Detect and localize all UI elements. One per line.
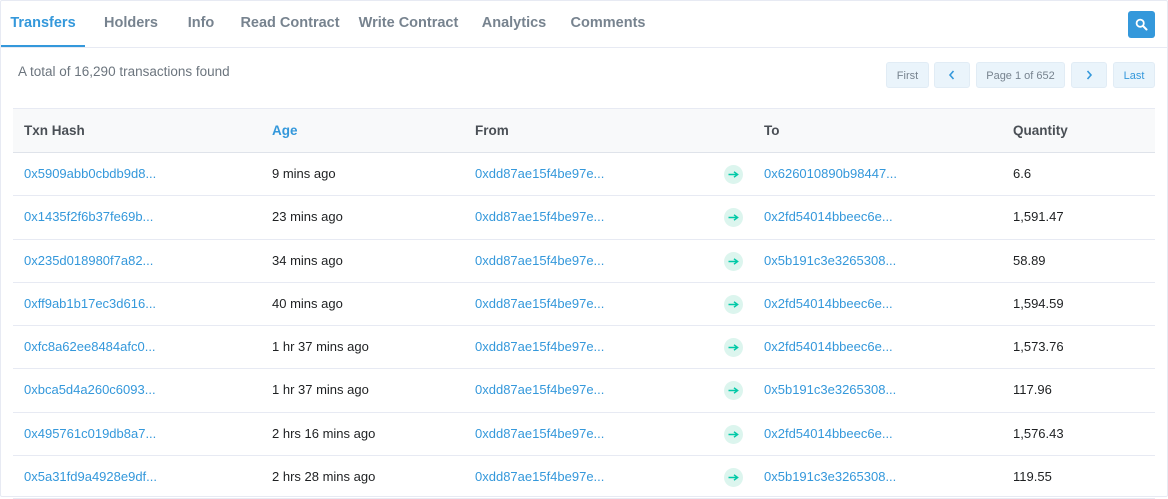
arrow-right-icon <box>724 381 743 401</box>
from-address-link[interactable]: 0xdd87ae15f4be97e... <box>475 240 604 282</box>
txn-age: 2 hrs 28 mins ago <box>272 469 376 485</box>
tab-holders[interactable]: Holders <box>97 1 165 47</box>
txn-age: 23 mins ago <box>272 209 343 225</box>
txn-age: 1 hr 37 mins ago <box>272 382 369 398</box>
transfers-table: Txn Hash Age From To Quantity 0x5909abb0… <box>13 108 1155 499</box>
quantity-value: 119.55 <box>1013 469 1052 485</box>
table-row: 0xfc8a62ee8484afc0... 1 hr 37 mins ago 0… <box>13 326 1155 370</box>
table-row: 0x495761c019db8a7... 2 hrs 16 mins ago 0… <box>13 413 1155 457</box>
txn-hash-link[interactable]: 0x495761c019db8a7... <box>24 413 156 455</box>
to-address-link[interactable]: 0x5b191c3e3265308... <box>764 369 896 411</box>
search-button[interactable] <box>1128 11 1155 38</box>
txn-age: 34 mins ago <box>272 252 343 268</box>
column-header-age[interactable]: Age <box>272 109 298 152</box>
quantity-value: 1,573.76 <box>1013 339 1064 355</box>
to-address-link[interactable]: 0x5b191c3e3265308... <box>764 240 896 282</box>
from-address-link[interactable]: 0xdd87ae15f4be97e... <box>475 413 604 455</box>
table-header: Txn Hash Age From To Quantity <box>13 108 1155 153</box>
column-header-quantity: Quantity <box>1013 123 1068 138</box>
table-row: 0x5a31fd9a4928e9df... 2 hrs 28 mins ago … <box>13 456 1155 499</box>
column-header-from: From <box>475 123 509 138</box>
to-address-link[interactable]: 0x2fd54014bbeec6e... <box>764 283 893 325</box>
transaction-count-summary: A total of 16,290 transactions found <box>18 64 230 79</box>
txn-age: 2 hrs 16 mins ago <box>272 425 376 441</box>
pager-first-button[interactable]: First <box>886 62 929 88</box>
tab-write-contract[interactable]: Write Contract <box>355 1 462 47</box>
txn-hash-link[interactable]: 0x5909abb0cbdb9d8... <box>24 153 156 195</box>
quantity-value: 1,591.47 <box>1013 209 1064 225</box>
arrow-right-icon <box>724 468 743 488</box>
arrow-right-icon <box>724 165 743 184</box>
table-row: 0x5909abb0cbdb9d8... 9 mins ago 0xdd87ae… <box>13 153 1155 197</box>
quantity-value: 1,576.43 <box>1013 425 1064 441</box>
txn-hash-link[interactable]: 0x1435f2f6b37fe69b... <box>24 196 153 238</box>
chevron-left-icon <box>948 70 955 80</box>
to-address-link[interactable]: 0x2fd54014bbeec6e... <box>764 196 893 238</box>
tab-transfers[interactable]: Transfers <box>1 1 85 47</box>
from-address-link[interactable]: 0xdd87ae15f4be97e... <box>475 153 604 195</box>
from-address-link[interactable]: 0xdd87ae15f4be97e... <box>475 283 604 325</box>
arrow-right-icon <box>724 424 743 444</box>
tab-info[interactable]: Info <box>183 1 219 47</box>
txn-age: 9 mins ago <box>272 166 336 181</box>
txn-hash-link[interactable]: 0xfc8a62ee8484afc0... <box>24 326 156 368</box>
pager-page-indicator: Page 1 of 652 <box>976 62 1065 88</box>
table-row: 0x1435f2f6b37fe69b... 23 mins ago 0xdd87… <box>13 196 1155 240</box>
token-transfers-card: Transfers Holders Info Read Contract Wri… <box>0 0 1168 499</box>
tab-analytics[interactable]: Analytics <box>477 1 551 47</box>
to-address-link[interactable]: 0x2fd54014bbeec6e... <box>764 413 893 455</box>
from-address-link[interactable]: 0xdd87ae15f4be97e... <box>475 196 604 238</box>
to-address-link[interactable]: 0x626010890b98447... <box>764 153 897 195</box>
arrow-right-icon <box>724 208 743 228</box>
arrow-right-icon <box>724 251 743 271</box>
txn-hash-link[interactable]: 0x235d018980f7a82... <box>24 240 153 282</box>
quantity-value: 58.89 <box>1013 252 1046 268</box>
txn-hash-link[interactable]: 0xbca5d4a260c6093... <box>24 369 156 411</box>
from-address-link[interactable]: 0xdd87ae15f4be97e... <box>475 369 604 411</box>
column-header-txn-hash: Txn Hash <box>24 123 85 138</box>
quantity-value: 117.96 <box>1013 382 1052 398</box>
quantity-value: 6.6 <box>1013 166 1032 181</box>
pager-prev-button[interactable] <box>934 62 970 88</box>
arrow-right-icon <box>724 294 743 314</box>
to-address-link[interactable]: 0x5b191c3e3265308... <box>764 456 896 498</box>
table-row: 0x235d018980f7a82... 34 mins ago 0xdd87a… <box>13 240 1155 283</box>
chevron-right-icon <box>1086 70 1093 80</box>
tab-bar: Transfers Holders Info Read Contract Wri… <box>1 1 1167 48</box>
txn-hash-link[interactable]: 0x5a31fd9a4928e9df... <box>24 456 157 498</box>
arrow-right-icon <box>724 338 743 358</box>
table-row: 0xff9ab1b17ec3d616... 40 mins ago 0xdd87… <box>13 283 1155 327</box>
txn-age: 1 hr 37 mins ago <box>272 339 369 355</box>
table-row: 0xbca5d4a260c6093... 1 hr 37 mins ago 0x… <box>13 369 1155 413</box>
pager-last-button[interactable]: Last <box>1113 62 1155 88</box>
search-icon <box>1135 18 1148 31</box>
from-address-link[interactable]: 0xdd87ae15f4be97e... <box>475 456 604 498</box>
tab-read-contract[interactable]: Read Contract <box>237 1 343 47</box>
from-address-link[interactable]: 0xdd87ae15f4be97e... <box>475 326 604 368</box>
tab-comments[interactable]: Comments <box>566 1 650 47</box>
txn-age: 40 mins ago <box>272 295 343 311</box>
to-address-link[interactable]: 0x2fd54014bbeec6e... <box>764 326 893 368</box>
pager-next-button[interactable] <box>1071 62 1107 88</box>
column-header-to: To <box>764 123 780 138</box>
txn-hash-link[interactable]: 0xff9ab1b17ec3d616... <box>24 283 156 325</box>
quantity-value: 1,594.59 <box>1013 295 1064 311</box>
